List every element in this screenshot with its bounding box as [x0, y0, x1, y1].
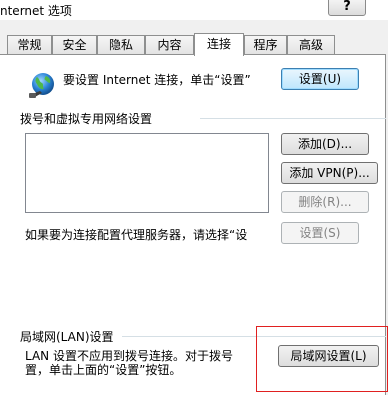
lan-section-label: 局域网(LAN)设置: [20, 330, 114, 344]
setup-connection-text: 要设置 Internet 连接，单击“设置”: [63, 73, 251, 87]
add-vpn-button[interactable]: 添加 VPN(P)...: [281, 162, 378, 184]
window-title: nternet 选项: [0, 4, 72, 18]
globe-network-icon: [29, 73, 54, 98]
section-divider: [200, 118, 386, 119]
tab-strip: 常规 安全 隐私 内容 连接 程序 高级: [0, 33, 388, 56]
tab-content[interactable]: 内容: [145, 35, 194, 54]
title-bar: nternet 选项 ?: [0, 0, 388, 20]
tab-general[interactable]: 常规: [7, 35, 52, 54]
settings-button[interactable]: 设置(S): [281, 222, 359, 244]
internet-options-dialog: nternet 选项 ? 常规 安全 隐私 内容 连接 程序 高级 要设置 In…: [0, 0, 388, 395]
tab-security[interactable]: 安全: [52, 35, 97, 54]
tab-advanced[interactable]: 高级: [287, 35, 335, 54]
tab-privacy[interactable]: 隐私: [97, 35, 145, 54]
dialup-vpn-section-label: 拨号和虚拟专用网络设置: [20, 112, 153, 126]
lan-description-line2: 置，单击上面的“设置”按钮。: [25, 363, 182, 377]
remove-button[interactable]: 删除(R)...: [281, 191, 369, 213]
connections-listbox[interactable]: [25, 133, 269, 213]
help-button[interactable]: ?: [328, 0, 366, 16]
tab-connections[interactable]: 连接: [194, 33, 244, 56]
add-button[interactable]: 添加(D)...: [281, 133, 369, 155]
proxy-instruction-text: 如果要为连接配置代理服务器，请选择“设: [25, 228, 248, 242]
red-highlight-annotation: [256, 326, 388, 392]
tab-programs[interactable]: 程序: [244, 35, 287, 54]
setup-button[interactable]: 设置(U): [281, 68, 359, 90]
